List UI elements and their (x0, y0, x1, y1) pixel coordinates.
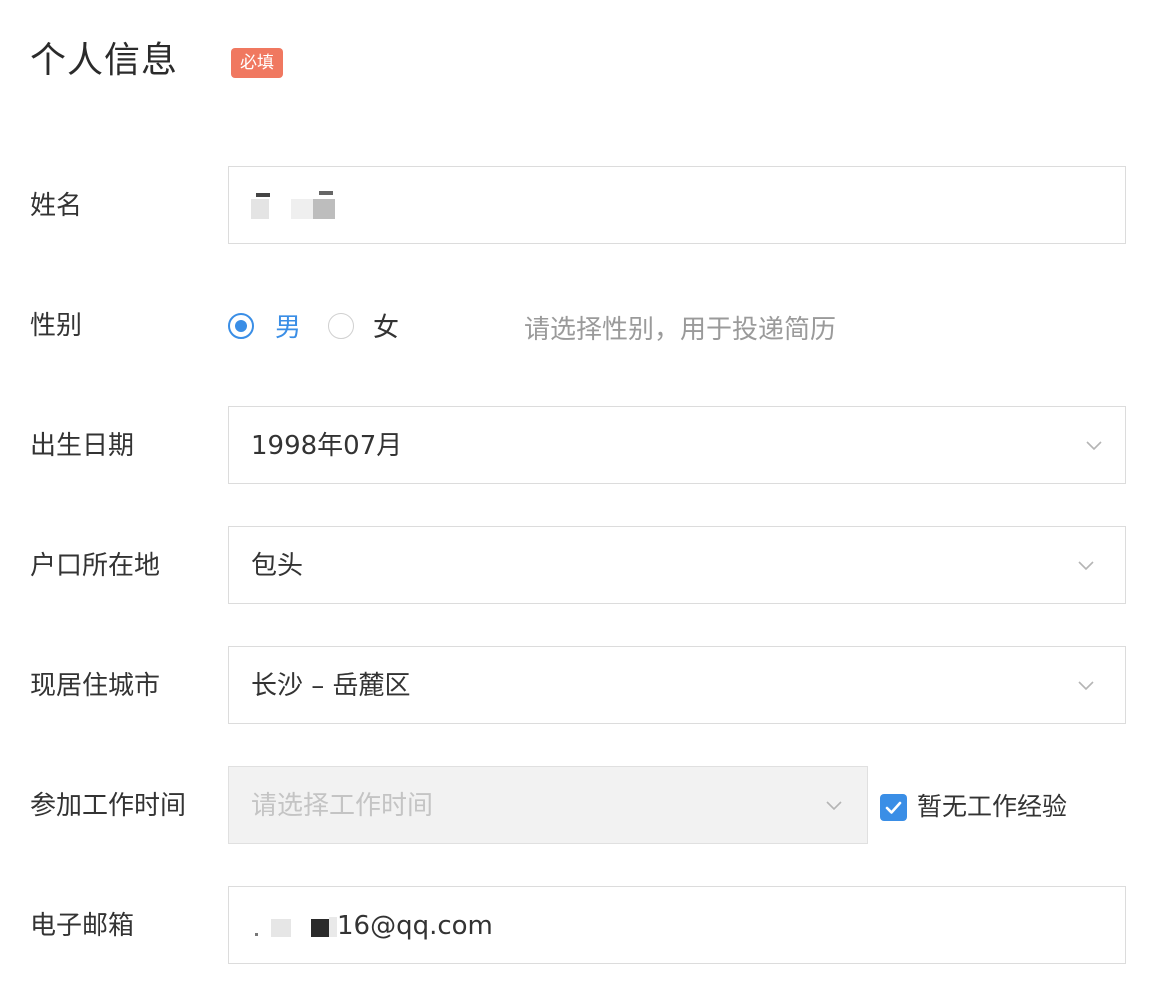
chevron-down-icon (823, 794, 845, 816)
current-city-select[interactable]: 长沙 – 岳麓区 (228, 646, 1126, 724)
hukou-label: 户口所在地 (30, 551, 161, 581)
current-city-label: 现居住城市 (30, 671, 161, 701)
work-start-label: 参加工作时间 (30, 791, 187, 821)
no-experience-checkbox[interactable] (880, 794, 907, 821)
radio-male[interactable] (228, 313, 254, 339)
email-input[interactable]: 16@qq.com (228, 886, 1126, 964)
birth-date-select[interactable]: 1998年07月 (228, 406, 1126, 484)
hukou-value: 包头 (251, 551, 304, 581)
birth-date-label: 出生日期 (30, 431, 135, 461)
page-title: 个人信息 (30, 40, 179, 81)
name-input[interactable] (228, 166, 1126, 244)
email-value-visible: 16@qq.com (337, 911, 493, 941)
name-label: 姓名 (30, 191, 83, 221)
current-city-value: 长沙 – 岳麓区 (251, 671, 411, 701)
chevron-down-icon (1075, 674, 1097, 696)
radio-female-label[interactable]: 女 (373, 309, 399, 347)
checkmark-icon (885, 801, 902, 814)
no-experience-label[interactable]: 暂无工作经验 (917, 787, 1067, 827)
work-start-select[interactable]: 请选择工作时间 (228, 766, 868, 844)
name-value-redacted (251, 189, 371, 225)
email-value-redacted: 16@qq.com (251, 906, 551, 946)
radio-female[interactable] (328, 313, 354, 339)
gender-label: 性别 (30, 311, 83, 341)
hukou-select[interactable]: 包头 (228, 526, 1126, 604)
chevron-down-icon (1083, 434, 1105, 456)
email-label: 电子邮箱 (30, 911, 135, 941)
gender-hint: 请选择性别，用于投递简历 (524, 315, 837, 345)
required-badge: 必填 (231, 48, 283, 78)
chevron-down-icon (1075, 554, 1097, 576)
work-start-placeholder: 请选择工作时间 (251, 791, 434, 821)
birth-date-value: 1998年07月 (251, 431, 403, 461)
radio-male-label[interactable]: 男 (275, 309, 301, 347)
